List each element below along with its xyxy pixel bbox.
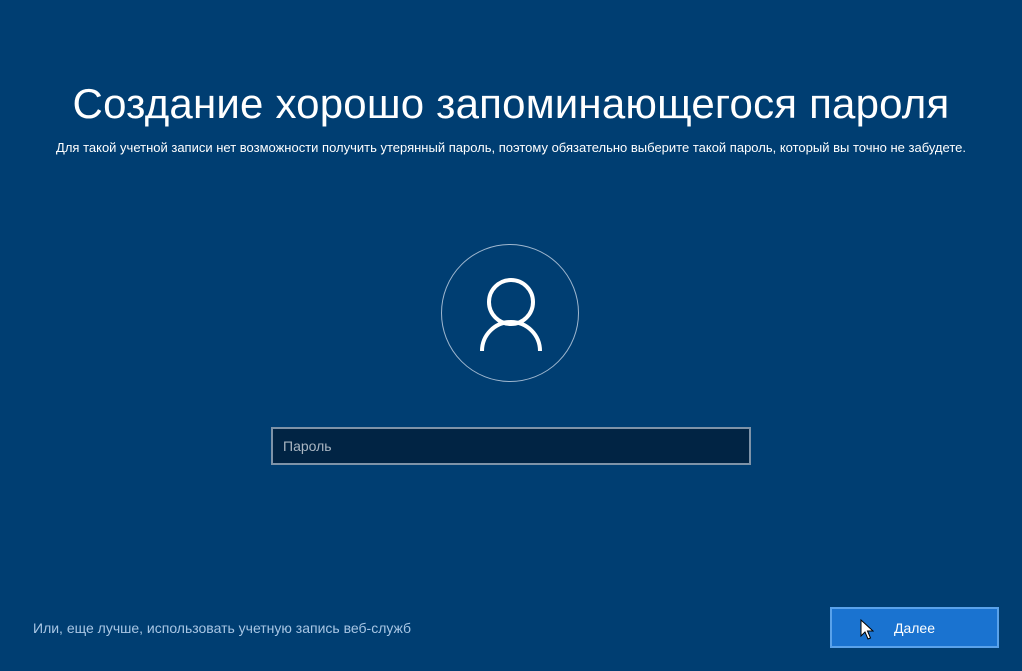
password-input[interactable] <box>271 427 751 465</box>
page-title: Создание хорошо запоминающегося пароля <box>72 80 950 127</box>
use-web-account-link[interactable]: Или, еще лучше, использовать учетную зап… <box>33 620 411 636</box>
page-subtitle: Для такой учетной записи нет возможности… <box>56 140 966 155</box>
oobe-screen: Создание хорошо запоминающегося пароля Д… <box>0 0 1022 671</box>
next-button[interactable]: Далее <box>830 607 999 648</box>
avatar <box>441 244 579 382</box>
user-icon <box>480 278 542 352</box>
